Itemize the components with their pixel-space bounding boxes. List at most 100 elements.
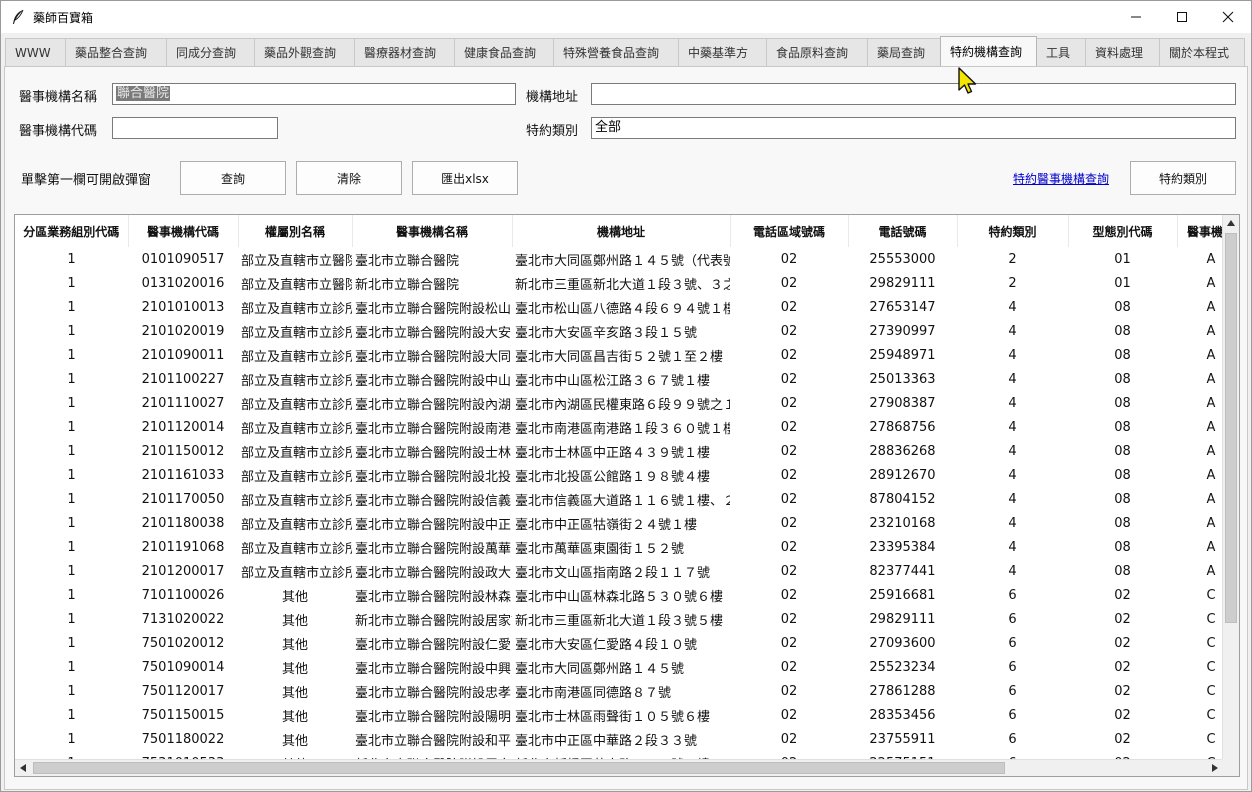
table-cell: C — [1206, 707, 1216, 723]
table-row[interactable]: 1 2101090011 部立及直轄市立診所臺北市立聯合醫院附設大同門診部臺北市大同… — [15, 343, 1223, 367]
address-input[interactable] — [591, 83, 1236, 105]
column-header[interactable]: 醫事機構 — [1177, 215, 1223, 247]
table-cell[interactable]: 1 — [15, 295, 128, 319]
table-cell[interactable]: 1 — [15, 487, 128, 511]
table-row[interactable]: 1 2101010013 部立及直轄市立診所臺北市立聯合醫院附設松山門診部臺北市松山… — [15, 295, 1223, 319]
column-header[interactable]: 醫事機構代碼 — [128, 215, 239, 247]
maximize-button[interactable] — [1159, 1, 1205, 33]
column-header[interactable]: 特約類別 — [957, 215, 1069, 247]
table-cell[interactable]: 1 — [15, 463, 128, 487]
minimize-button[interactable] — [1113, 1, 1159, 33]
table-cell[interactable]: 1 — [15, 511, 128, 535]
table-cell: 臺北市大同區昌吉街５２號１至２樓 — [515, 349, 724, 365]
scroll-left-icon[interactable] — [15, 760, 31, 776]
export-xlsx-button[interactable]: 匯出xlsx — [412, 161, 518, 195]
contract-type-input[interactable]: 全部 — [591, 117, 1236, 139]
scroll-up-icon[interactable] — [1223, 215, 1239, 231]
table-cell: A — [1206, 299, 1216, 315]
table-cell: 2101200017 — [141, 563, 225, 579]
table-row[interactable]: 1 7131020022 其他 新北市立聯合醫院附設居家護理所新北市三重區新北大道１段… — [15, 607, 1223, 631]
clear-button[interactable]: 清除 — [296, 161, 402, 195]
column-header[interactable]: 醫事機構名稱 — [352, 215, 513, 247]
tab-drug-appearance[interactable]: 藥品外觀查詢 — [254, 38, 355, 66]
table-cell[interactable]: 1 — [15, 391, 128, 415]
table-cell[interactable]: 1 — [15, 535, 128, 559]
table-row[interactable]: 1 7501150015 其他 臺北市立聯合醫院附設陽明院區居家護理所臺北市士林區雨聲… — [15, 703, 1223, 727]
table-row[interactable]: 1 2101180038 部立及直轄市立診所臺北市立聯合醫院附設中正門診部臺北市中正… — [15, 511, 1223, 535]
table-cell: 7501120017 — [141, 683, 225, 699]
table-cell[interactable]: 1 — [15, 655, 128, 679]
table-cell[interactable]: 1 — [15, 679, 128, 703]
tab-health-food[interactable]: 健康食品查詢 — [454, 38, 554, 66]
table-row[interactable]: 1 2101161033 部立及直轄市立診所臺北市立聯合醫院附設北投門診部臺北市北投… — [15, 463, 1223, 487]
table-cell: 臺北市中山區松江路３６７號１樓 — [515, 373, 711, 389]
tab-data-processing[interactable]: 資料處理 — [1085, 38, 1160, 66]
tab-tools[interactable]: 工具 — [1036, 38, 1086, 66]
column-header[interactable]: 型態別代碼 — [1068, 215, 1178, 247]
table-row[interactable]: 1 7501120017 其他 臺北市立聯合醫院附設忠孝院區居家護理所臺北市南港區同德… — [15, 679, 1223, 703]
query-button[interactable]: 查詢 — [180, 161, 286, 195]
table-cell[interactable]: 1 — [15, 727, 128, 751]
horizontal-scrollbar[interactable] — [15, 759, 1223, 776]
results-table[interactable]: 分區業務組別代碼 醫事機構代碼 權屬別名稱 醫事機構名稱 機構地址 電話區域號碼 電話號碼特… — [14, 214, 1240, 777]
table-cell[interactable]: 1 — [15, 607, 128, 631]
column-header[interactable]: 權屬別名稱 — [238, 215, 353, 247]
column-header[interactable]: 分區業務組別代碼 — [15, 215, 129, 247]
table-row[interactable]: 1 7501090014 其他 臺北市立聯合醫院附設中興院區居家護理所臺北市大同區鄭州… — [15, 655, 1223, 679]
institution-code-input[interactable] — [112, 117, 278, 139]
tab-special-nutrition[interactable]: 特殊營養食品查詢 — [553, 38, 679, 66]
table-row[interactable]: 1 2101020019 部立及直轄市立診所臺北市立聯合醫院附設大安門診部臺北市大安… — [15, 319, 1223, 343]
table-row[interactable]: 1 2101120014 部立及直轄市立診所臺北市立聯合醫院附設南港門診部臺北市南港… — [15, 415, 1223, 439]
tab-medical-device[interactable]: 醫療器材查詢 — [354, 38, 455, 66]
table-row[interactable]: 1 7501020012 其他 臺北市立聯合醫院附設仁愛院區居家護理所臺北市大安區仁愛… — [15, 631, 1223, 655]
table-cell[interactable]: 1 — [15, 343, 128, 367]
table-cell[interactable]: 1 — [15, 319, 128, 343]
table-cell[interactable]: 1 — [15, 703, 128, 727]
column-header[interactable]: 電話區域號碼 — [730, 215, 849, 247]
table-row[interactable]: 1 7501180022 其他 臺北市立聯合醫院附設和平院區居家護理所臺北市中正區中華… — [15, 727, 1223, 751]
table-cell[interactable]: 1 — [15, 415, 128, 439]
table-row[interactable]: 1 7101100026 其他 臺北市立聯合醫院附設林森中醫昆明院區臺北市中山區林森北… — [15, 583, 1223, 607]
table-row[interactable]: 1 0101090517 部立及直轄市立醫院 臺北市立聯合醫院 臺北市大同區鄭州路１４５… — [15, 247, 1223, 271]
table-cell[interactable]: 1 — [15, 439, 128, 463]
contract-type-button[interactable]: 特約類別 — [1130, 161, 1236, 195]
close-button[interactable] — [1205, 1, 1251, 33]
tab-same-ingredient[interactable]: 同成分查詢 — [166, 38, 255, 66]
tab-about[interactable]: 關於本程式 — [1159, 38, 1245, 66]
column-header[interactable]: 機構地址 — [512, 215, 731, 247]
contracted-institution-link[interactable]: 特約醫事機構查詢 — [1013, 170, 1109, 187]
horizontal-scroll-thumb[interactable] — [33, 762, 1005, 774]
table-cell[interactable]: 1 — [15, 367, 128, 391]
table-row[interactable]: 1 2101191068 部立及直轄市立診所臺北市立聯合醫院附設萬華門診部臺北市萬華… — [15, 535, 1223, 559]
column-header[interactable]: 電話號碼 — [848, 215, 958, 247]
vertical-scroll-thumb[interactable] — [1225, 233, 1237, 623]
table-row[interactable]: 1 2101100227 部立及直轄市立診所臺北市立聯合醫院附設中山門診部臺北市中山… — [15, 367, 1223, 391]
table-row[interactable]: 1 2101150012 部立及直轄市立診所臺北市立聯合醫院附設士林門診部臺北市士林… — [15, 439, 1223, 463]
tab-chinese-medicine[interactable]: 中藥基準方 — [678, 38, 767, 66]
table-cell: 02 — [1114, 635, 1131, 651]
table-row[interactable]: 1 2101110027 部立及直轄市立診所臺北市立聯合醫院附設內湖門診部臺北市內湖… — [15, 391, 1223, 415]
table-cell[interactable]: 1 — [15, 631, 128, 655]
table-cell: 4 — [1008, 563, 1017, 579]
tab-pharmacy[interactable]: 藥局查詢 — [867, 38, 941, 66]
tab-www[interactable]: WWW — [5, 38, 66, 66]
tab-contracted-institution[interactable]: 特約機構查詢 — [940, 36, 1037, 66]
table-cell[interactable]: 1 — [15, 559, 128, 583]
table-cell[interactable]: 1 — [15, 583, 128, 607]
table-cell: A — [1206, 563, 1216, 579]
table-row[interactable]: 1 2101170050 部立及直轄市立診所臺北市立聯合醫院附設信義門診部臺北市信義… — [15, 487, 1223, 511]
table-row[interactable]: 1 2101200017 部立及直轄市立診所臺北市立聯合醫院附設政大門診部臺北市文山… — [15, 559, 1223, 583]
table-cell: 7101100026 — [141, 587, 225, 603]
tab-food-ingredient[interactable]: 食品原料查詢 — [766, 38, 868, 66]
institution-name-input[interactable]: 聯合醫院 — [112, 83, 516, 105]
table-cell[interactable]: 1 — [15, 271, 128, 295]
table-cell: 臺北市立聯合醫院附設南港門診部 — [355, 421, 512, 437]
tab-drug-search[interactable]: 藥品整合查詢 — [65, 38, 167, 66]
table-cell[interactable]: 1 — [15, 247, 128, 271]
table-row[interactable]: 1 0131020016 部立及直轄市立醫院 新北市立聯合醫院 新北市三重區新北大道１段… — [15, 271, 1223, 295]
table-cell: 02 — [780, 371, 798, 387]
scroll-right-icon[interactable] — [1207, 760, 1223, 776]
table-cell: 02 — [780, 419, 798, 435]
table-cell: 6 — [1008, 587, 1017, 603]
vertical-scrollbar[interactable] — [1222, 215, 1239, 775]
